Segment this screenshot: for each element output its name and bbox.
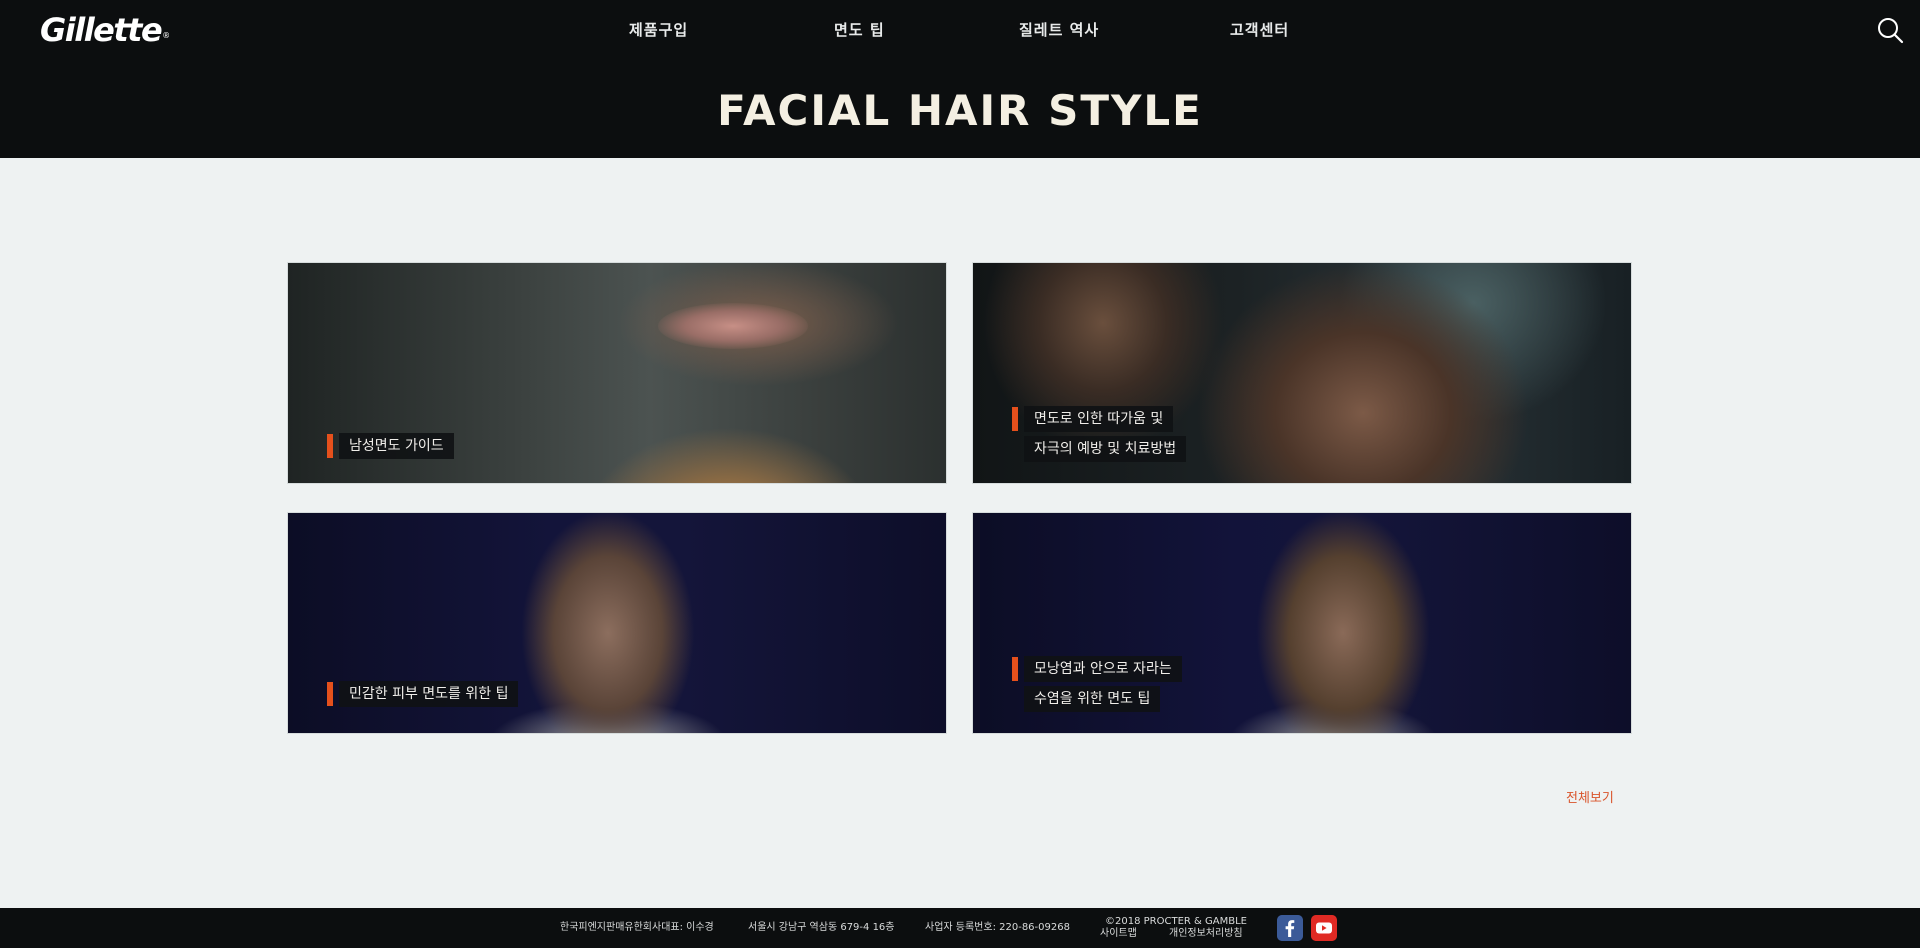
gillette-logo[interactable]: Gillette® xyxy=(40,10,170,50)
sitemap-link[interactable]: 사이트맵 xyxy=(1100,928,1137,940)
article-card-folliculitis[interactable]: 모낭염과 안으로 자라는 수염을 위한 면도 팁 xyxy=(972,512,1632,734)
article-card-sensitive-skin[interactable]: 민감한 피부 면도를 위한 팁 xyxy=(287,512,947,734)
page-title: FACIAL HAIR STYLE xyxy=(717,86,1203,135)
card-title: 남성면도 가이드 xyxy=(339,433,454,459)
card-title: 민감한 피부 면도를 위한 팁 xyxy=(339,681,519,707)
accent-bar xyxy=(327,434,333,458)
card-label: 모낭염과 안으로 자라는 수염을 위한 면도 팁 xyxy=(1012,656,1182,712)
footer: 한국피엔지판매유한회사대표: 이수경 서울시 강남구 역삼동 679-4 16층… xyxy=(0,908,1920,948)
page-hero: FACIAL HAIR STYLE xyxy=(0,60,1920,158)
search-icon[interactable] xyxy=(1876,16,1904,44)
logo-text: Gillette xyxy=(40,11,163,49)
footer-business-number: 사업자 등록번호: 220-86-09268 xyxy=(925,922,1070,933)
accent-bar xyxy=(327,682,333,706)
accent-bar xyxy=(1012,657,1018,681)
facebook-icon[interactable] xyxy=(1277,915,1303,941)
footer-address: 서울시 강남구 역삼동 679-4 16층 xyxy=(748,922,895,933)
card-title-line-1: 면도로 인한 따가움 및 xyxy=(1024,406,1174,432)
accent-bar xyxy=(1012,407,1018,431)
footer-copyright: ©2018 PROCTER & GAMBLE xyxy=(1105,916,1247,927)
article-card-shaving-guide[interactable]: 남성면도 가이드 xyxy=(287,262,947,484)
nav-item-customer-center[interactable]: 고객센터 xyxy=(1230,19,1289,41)
youtube-icon[interactable] xyxy=(1311,915,1337,941)
card-title-line-1: 모낭염과 안으로 자라는 xyxy=(1024,656,1182,682)
top-navigation: Gillette® 제품구입 면도 팁 질레트 역사 고객센터 xyxy=(0,0,1920,60)
card-title-line-2: 수염을 위한 면도 팁 xyxy=(1024,686,1161,712)
privacy-policy-link[interactable]: 개인정보처리방침 xyxy=(1169,928,1243,940)
nav-item-shop[interactable]: 제품구입 xyxy=(629,19,688,41)
nav-item-shaving-tips[interactable]: 면도 팁 xyxy=(834,19,885,41)
card-label: 면도로 인한 따가움 및 자극의 예방 및 치료방법 xyxy=(1012,406,1187,462)
card-label: 민감한 피부 면도를 위한 팁 xyxy=(327,681,519,707)
card-title-line-2: 자극의 예방 및 치료방법 xyxy=(1024,436,1187,462)
registered-mark: ® xyxy=(162,31,170,40)
card-label: 남성면도 가이드 xyxy=(327,433,454,459)
footer-company: 한국피엔지판매유한회사대표: 이수경 xyxy=(560,922,714,933)
nav-item-history[interactable]: 질레트 역사 xyxy=(1019,19,1099,41)
article-card-irritation-prevention[interactable]: 면도로 인한 따가움 및 자극의 예방 및 치료방법 xyxy=(972,262,1632,484)
view-all-link[interactable]: 전체보기 xyxy=(1566,790,1614,808)
